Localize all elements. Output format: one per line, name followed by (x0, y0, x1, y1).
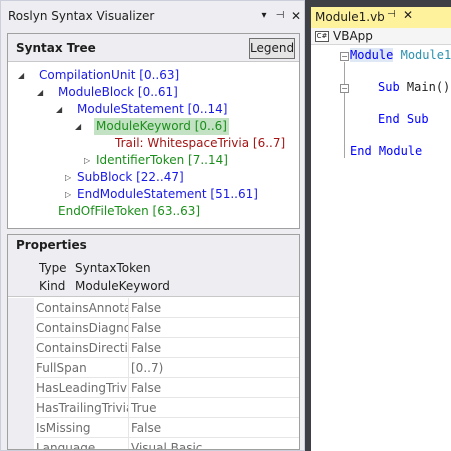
collapse-icon[interactable]: − (340, 84, 349, 93)
tool-window-title: Roslyn Syntax Visualizer (8, 9, 155, 23)
property-row[interactable]: FullSpan [0..7) (8, 358, 299, 378)
tree-node-end-of-file-token[interactable]: EndOfFileToken [63..63] (58, 203, 200, 220)
dropdown-icon[interactable]: ▾ (257, 8, 271, 24)
keyword-module: Module (350, 48, 394, 62)
property-row[interactable]: IsMissing False (8, 418, 299, 438)
code-line-end-sub: End Sub (378, 112, 429, 126)
property-name: ContainsAnnota (36, 298, 128, 318)
property-name: HasTrailingTrivia (36, 398, 128, 418)
collapse-icon[interactable]: ◢ (75, 118, 85, 135)
property-name: ContainsDirectiv (36, 338, 128, 358)
type-value: SyntaxToken (75, 261, 151, 275)
kind-label: Kind (39, 279, 66, 293)
project-icon: C# (315, 31, 329, 42)
tree-node-compilation-unit[interactable]: CompilationUnit [0..63] (39, 67, 179, 84)
property-value: False (128, 418, 299, 438)
tree-node-identifier-token[interactable]: IdentifierToken [7..14] (96, 152, 228, 169)
property-value: Visual Basic (128, 438, 299, 449)
syntax-visualizer-window: Roslyn Syntax Visualizer ▾ ⊣ ✕ Syntax Tr… (0, 0, 305, 451)
outline-line (344, 62, 345, 158)
property-name: HasLeadingTrivia (36, 378, 128, 398)
kind-value: ModuleKeyword (75, 279, 170, 293)
syntax-tree-title: Syntax Tree (16, 41, 96, 55)
pin-icon[interactable]: ⊣ (387, 9, 396, 20)
tree-node-sub-block[interactable]: SubBlock [22..47] (77, 169, 184, 186)
collapse-icon[interactable]: ◢ (18, 67, 28, 84)
tree-node-module-keyword[interactable]: ModuleKeyword [0..6] (94, 118, 229, 135)
tree-node-trailing-trivia[interactable]: Trail: WhitespaceTrivia [6..7] (115, 135, 285, 152)
project-dropdown[interactable]: VBApp (333, 29, 373, 43)
editor-tab-label: Module1.vb (315, 10, 385, 24)
property-row[interactable]: ContainsDirectiv False (8, 338, 299, 358)
property-value: [0..7) (128, 358, 299, 378)
tree-node-end-module-statement[interactable]: EndModuleStatement [51..61] (77, 186, 258, 203)
collapse-icon[interactable]: ◢ (56, 101, 66, 118)
legend-button[interactable]: Legend (249, 38, 295, 59)
module-name: Module1 (400, 48, 451, 62)
type-label: Type (39, 261, 67, 275)
property-value: False (128, 338, 299, 358)
property-value: False (128, 298, 299, 318)
editor-navigation-bar[interactable]: C# VBApp (311, 28, 451, 45)
property-row[interactable]: ContainsAnnota False (8, 298, 299, 318)
collapse-icon[interactable]: − (340, 52, 349, 61)
property-value: False (128, 378, 299, 398)
syntax-tree-panel: Syntax Tree Legend ◢ CompilationUnit [0.… (7, 33, 300, 229)
property-name: FullSpan (36, 358, 128, 378)
code-line-module: Module Module1 (350, 48, 451, 62)
close-icon[interactable]: ✕ (403, 8, 413, 22)
properties-title: Properties (16, 238, 87, 252)
pin-icon[interactable]: ⊣ (273, 8, 287, 24)
property-value: False (128, 318, 299, 338)
tree-node-module-block[interactable]: ModuleBlock [0..61] (58, 84, 178, 101)
syntax-tree-header: Syntax Tree Legend (8, 34, 299, 62)
property-value: True (128, 398, 299, 418)
properties-summary: Type SyntaxToken Kind ModuleKeyword (8, 255, 299, 297)
property-name: IsMissing (36, 418, 128, 438)
properties-panel: Properties Type SyntaxToken Kind ModuleK… (7, 234, 300, 450)
collapse-icon[interactable]: ◢ (37, 84, 47, 101)
method-name: Main() (406, 80, 451, 94)
editor-tab-module1[interactable]: Module1.vb ⊣ ✕ (311, 7, 451, 28)
property-row[interactable]: HasLeadingTrivia False (8, 378, 299, 398)
code-editor[interactable]: C# VBApp − Module Module1 − Sub Main() E… (311, 28, 451, 451)
tool-window-titlebar: Roslyn Syntax Visualizer ▾ ⊣ ✕ (1, 6, 304, 27)
expand-icon[interactable]: ▷ (65, 186, 75, 203)
close-icon[interactable]: ✕ (289, 8, 303, 24)
property-row[interactable]: Language Visual Basic (8, 438, 299, 449)
code-line-end-module: End Module (350, 144, 423, 158)
expand-icon[interactable]: ▷ (84, 152, 94, 169)
property-row[interactable]: HasTrailingTrivia True (8, 398, 299, 418)
property-name: Language (36, 438, 128, 449)
property-name: ContainsDiagnos (36, 318, 128, 338)
expand-icon[interactable]: ▷ (65, 169, 75, 186)
property-row[interactable]: ContainsDiagnos False (8, 318, 299, 338)
properties-header: Properties (8, 235, 299, 255)
code-line-sub: Sub Main() (378, 80, 450, 94)
keyword-sub: Sub (378, 80, 400, 94)
tree-node-module-statement[interactable]: ModuleStatement [0..14] (77, 101, 228, 118)
